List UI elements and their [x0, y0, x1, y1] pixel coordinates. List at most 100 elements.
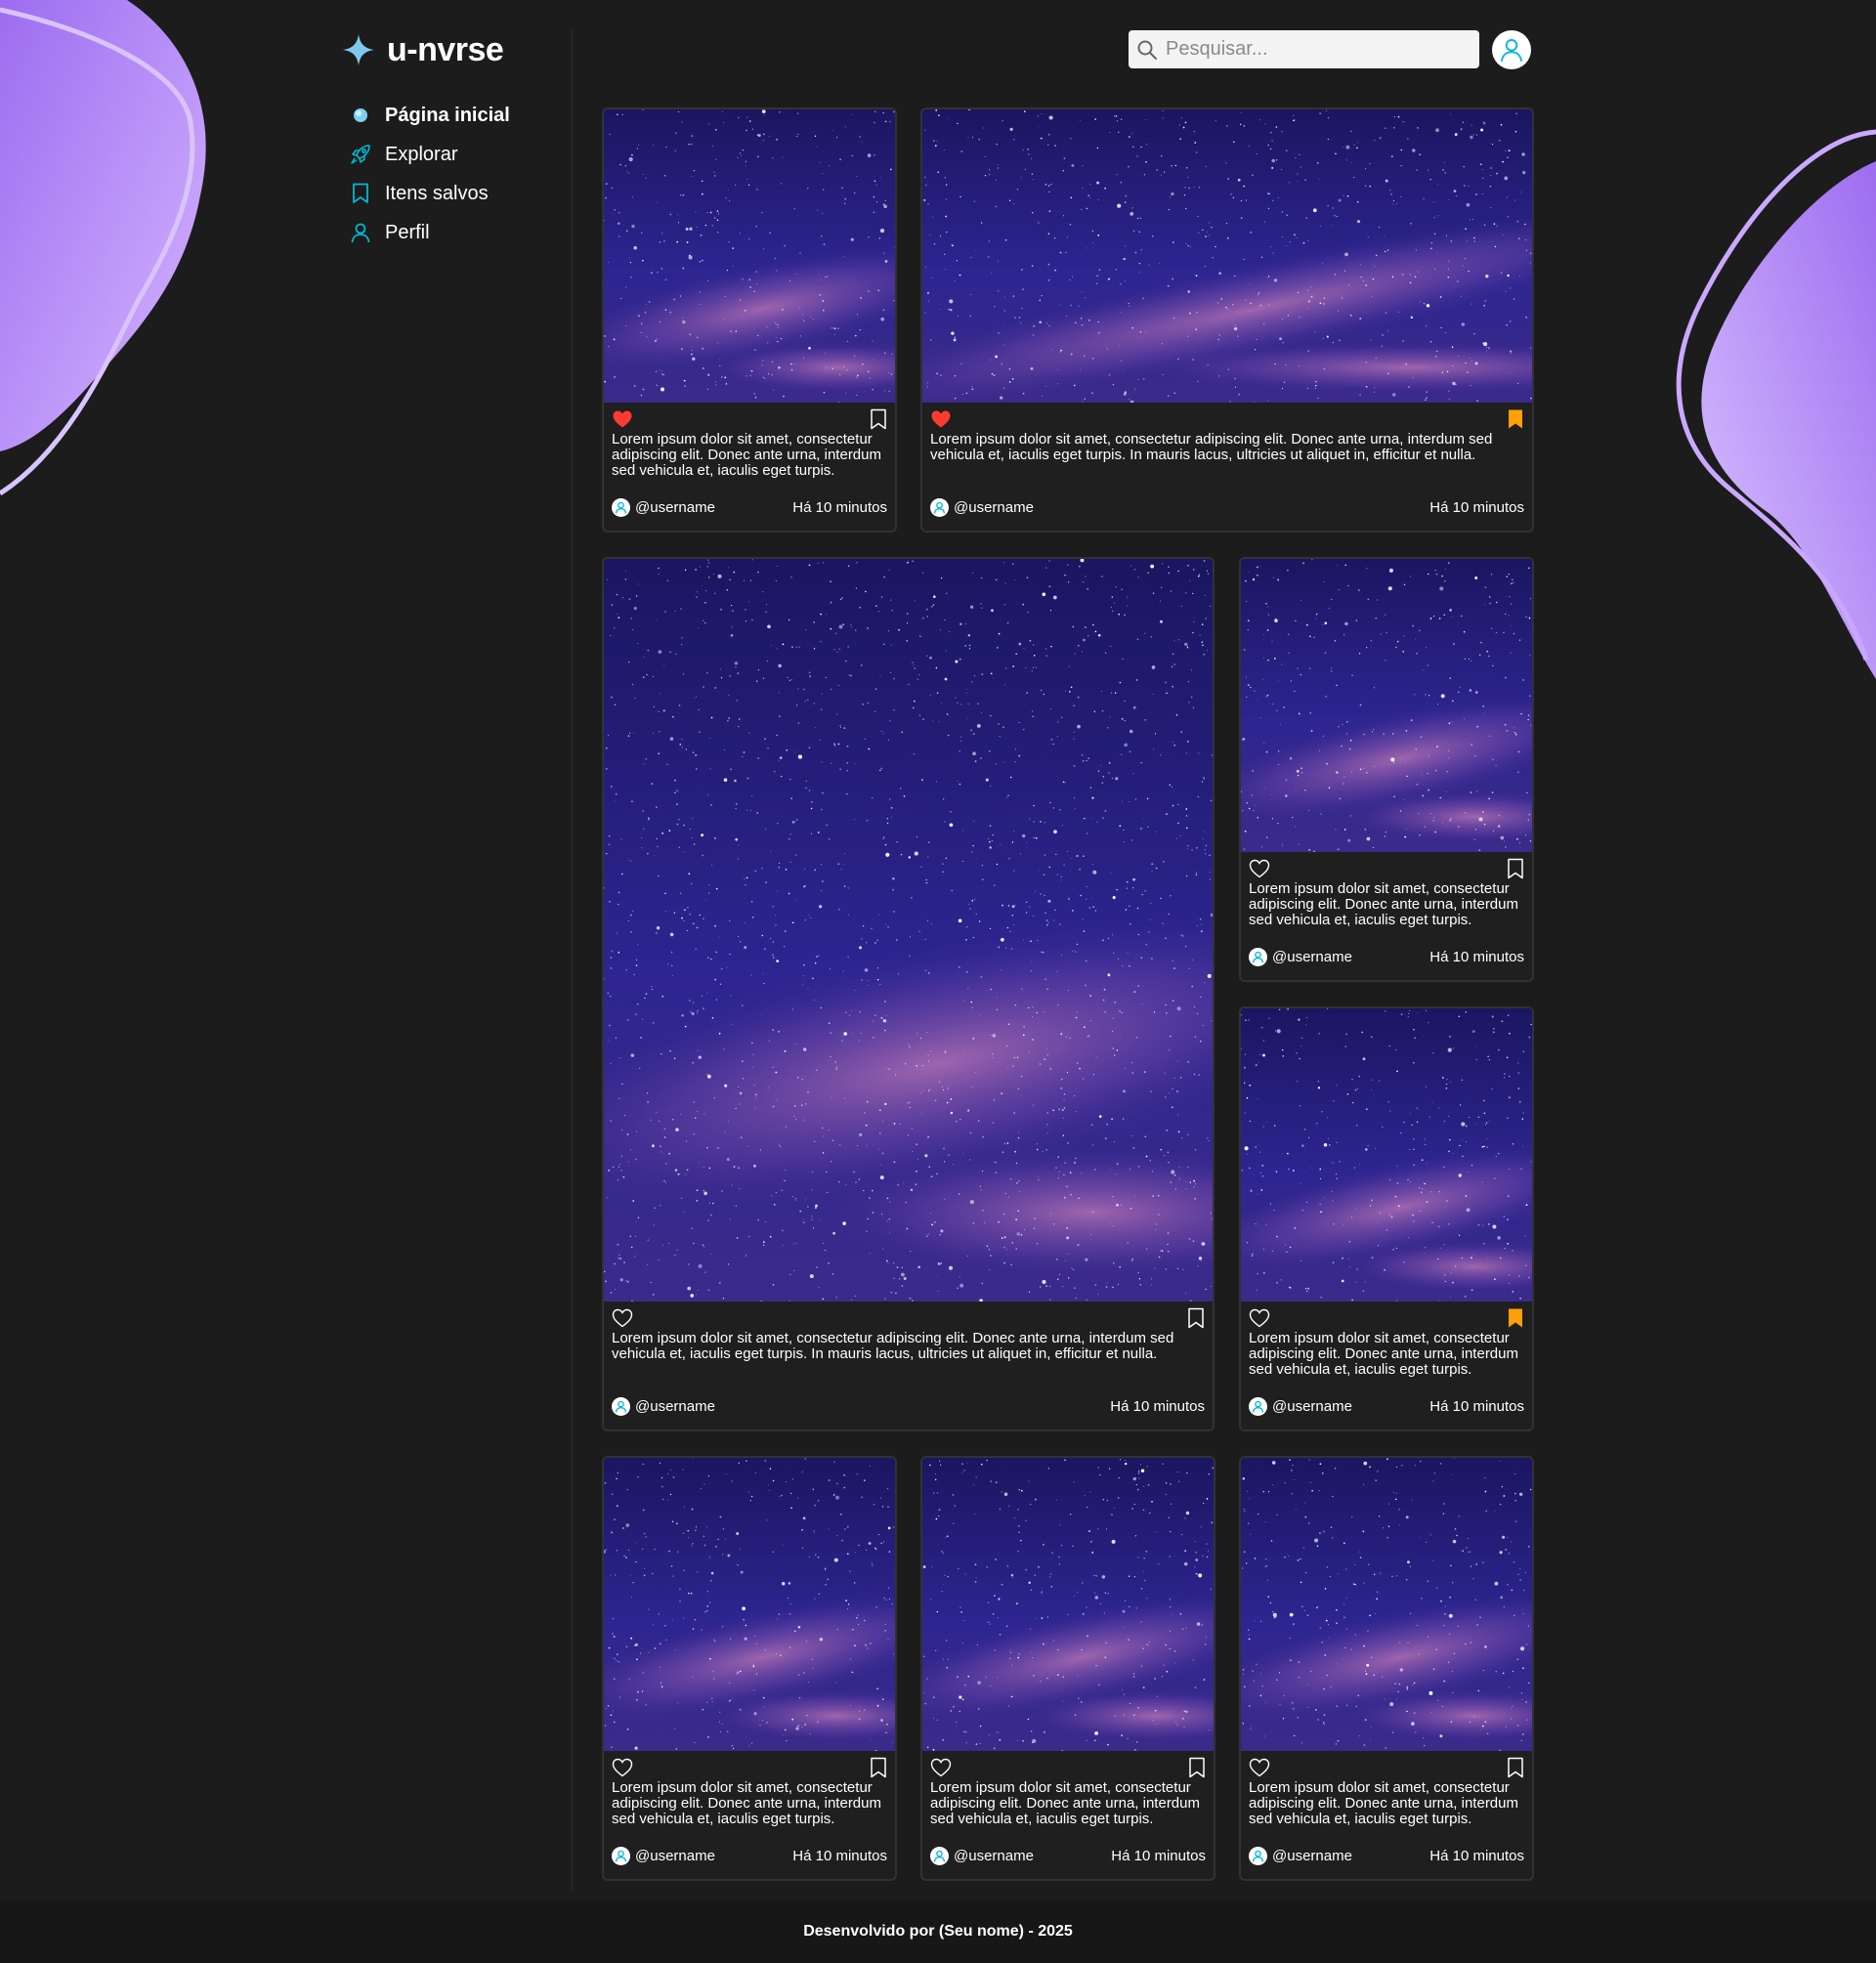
sidebar-item-profile[interactable]: Perfil: [342, 213, 567, 252]
user-avatar[interactable]: [930, 497, 949, 517]
user-icon: [1501, 39, 1522, 62]
bookmark-icon[interactable]: [1507, 858, 1524, 879]
username[interactable]: @username: [954, 499, 1034, 516]
username[interactable]: @username: [1272, 1398, 1352, 1415]
post-card: Lorem ipsum dolor sit amet, consectetur …: [1239, 557, 1534, 982]
profile-avatar-button[interactable]: [1492, 30, 1531, 69]
post-timestamp: Há 10 minutos: [1429, 498, 1524, 516]
post-meta: @username Há 10 minutos: [930, 497, 1524, 517]
user-avatar[interactable]: [612, 1846, 630, 1865]
post-timestamp: Há 10 minutos: [1429, 1847, 1524, 1864]
user-avatar[interactable]: [930, 1846, 949, 1865]
post-caption: Lorem ipsum dolor sit amet, consectetur …: [930, 431, 1493, 463]
bookmark-icon[interactable]: [870, 408, 887, 430]
heart-icon[interactable]: [612, 409, 633, 429]
post-author[interactable]: @username: [1249, 1846, 1352, 1865]
post-timestamp: Há 10 minutos: [1429, 948, 1524, 965]
post-caption: Lorem ipsum dolor sit amet, consectetur …: [612, 1330, 1174, 1362]
bookmark-icon[interactable]: [1187, 1307, 1205, 1329]
username[interactable]: @username: [954, 1848, 1034, 1864]
username[interactable]: @username: [1272, 1848, 1352, 1864]
post-image[interactable]: [922, 109, 1532, 403]
username[interactable]: @username: [635, 1398, 715, 1415]
user-avatar[interactable]: [1249, 1396, 1267, 1416]
post-actions: [1249, 858, 1524, 879]
post-timestamp: Há 10 minutos: [1110, 1397, 1205, 1415]
post-author[interactable]: @username: [612, 1846, 715, 1865]
post-image[interactable]: [604, 1458, 895, 1751]
user-icon: [1252, 1400, 1264, 1413]
post-image[interactable]: [1241, 559, 1532, 852]
post-image[interactable]: [1241, 1458, 1532, 1751]
post-card: Lorem ipsum dolor sit amet, consectetur …: [602, 107, 897, 533]
user-avatar[interactable]: [1249, 1846, 1267, 1865]
post-author[interactable]: @username: [930, 497, 1034, 517]
post-image[interactable]: [604, 559, 1213, 1302]
username[interactable]: @username: [1272, 949, 1352, 965]
post-card: Lorem ipsum dolor sit amet, consectetur …: [602, 557, 1215, 1431]
bookmark-icon[interactable]: [1507, 408, 1524, 430]
post-actions: [612, 1757, 887, 1778]
bookmark-icon: [350, 183, 371, 204]
sidebar-item-saved[interactable]: Itens salvos: [342, 174, 567, 213]
heart-icon[interactable]: [612, 1758, 633, 1777]
logo[interactable]: u-nvrse: [342, 29, 567, 70]
user-icon: [350, 222, 371, 243]
post-card: Lorem ipsum dolor sit amet, consectetur …: [602, 1456, 897, 1881]
post-timestamp: Há 10 minutos: [1111, 1847, 1206, 1864]
post-author[interactable]: @username: [1249, 1396, 1352, 1416]
decorative-blob-right: [1676, 129, 1876, 679]
heart-icon[interactable]: [1249, 859, 1270, 878]
post-actions: [612, 408, 887, 430]
sidebar-divider: [572, 29, 573, 1891]
post-meta: @username Há 10 minutos: [612, 1396, 1205, 1416]
sidebar-item-label: Página inicial: [385, 104, 510, 126]
sidebar-item-home[interactable]: Página inicial: [342, 96, 567, 135]
post-image[interactable]: [604, 109, 895, 403]
user-icon: [1252, 1850, 1264, 1862]
user-avatar[interactable]: [612, 497, 630, 517]
search-bar: [1129, 29, 1479, 69]
search-input[interactable]: [1158, 29, 1479, 69]
post-caption: Lorem ipsum dolor sit amet, consectetur …: [1249, 880, 1518, 928]
post-meta: @username Há 10 minutos: [1249, 1846, 1524, 1865]
heart-icon[interactable]: [1249, 1758, 1270, 1777]
post-author[interactable]: @username: [612, 497, 715, 517]
post-card: Lorem ipsum dolor sit amet, consectetur …: [1239, 1456, 1534, 1881]
post-actions: [612, 1307, 1205, 1329]
post-author[interactable]: @username: [1249, 947, 1352, 966]
decorative-blob-left: [0, 0, 206, 496]
bookmark-icon[interactable]: [870, 1757, 887, 1778]
user-avatar[interactable]: [1249, 947, 1267, 966]
search-icon: [1137, 40, 1157, 60]
bookmark-icon[interactable]: [1188, 1757, 1206, 1778]
username[interactable]: @username: [635, 1848, 715, 1864]
post-image[interactable]: [1241, 1008, 1532, 1302]
post-author[interactable]: @username: [612, 1396, 715, 1416]
post-meta: @username Há 10 minutos: [1249, 947, 1524, 966]
sidebar-item-explore[interactable]: Explorar: [342, 135, 567, 174]
post-caption: Lorem ipsum dolor sit amet, consectetur …: [612, 1779, 881, 1827]
post-timestamp: Há 10 minutos: [1429, 1397, 1524, 1415]
post-timestamp: Há 10 minutos: [792, 1847, 887, 1864]
post-author[interactable]: @username: [930, 1846, 1034, 1865]
footer-text: Desenvolvido por (Seu nome) - 2025: [803, 1922, 1073, 1940]
username[interactable]: @username: [635, 499, 715, 516]
bookmark-icon[interactable]: [1507, 1757, 1524, 1778]
user-icon: [615, 1850, 627, 1862]
planet-icon: [350, 105, 371, 126]
heart-icon[interactable]: [1249, 1308, 1270, 1328]
bookmark-icon[interactable]: [1507, 1307, 1524, 1329]
post-meta: @username Há 10 minutos: [930, 1846, 1206, 1865]
post-card: Lorem ipsum dolor sit amet, consectetur …: [920, 1456, 1215, 1881]
post-timestamp: Há 10 minutos: [792, 498, 887, 516]
post-caption: Lorem ipsum dolor sit amet, consectetur …: [612, 431, 881, 479]
heart-icon[interactable]: [930, 1758, 952, 1777]
sidebar-nav: Página inicial Explorar Itens salvos Per…: [342, 96, 567, 252]
post-actions: [1249, 1307, 1524, 1329]
post-image[interactable]: [922, 1458, 1214, 1751]
heart-icon[interactable]: [930, 409, 952, 429]
user-avatar[interactable]: [612, 1396, 630, 1416]
heart-icon[interactable]: [612, 1308, 633, 1328]
post-meta: @username Há 10 minutos: [612, 497, 887, 517]
